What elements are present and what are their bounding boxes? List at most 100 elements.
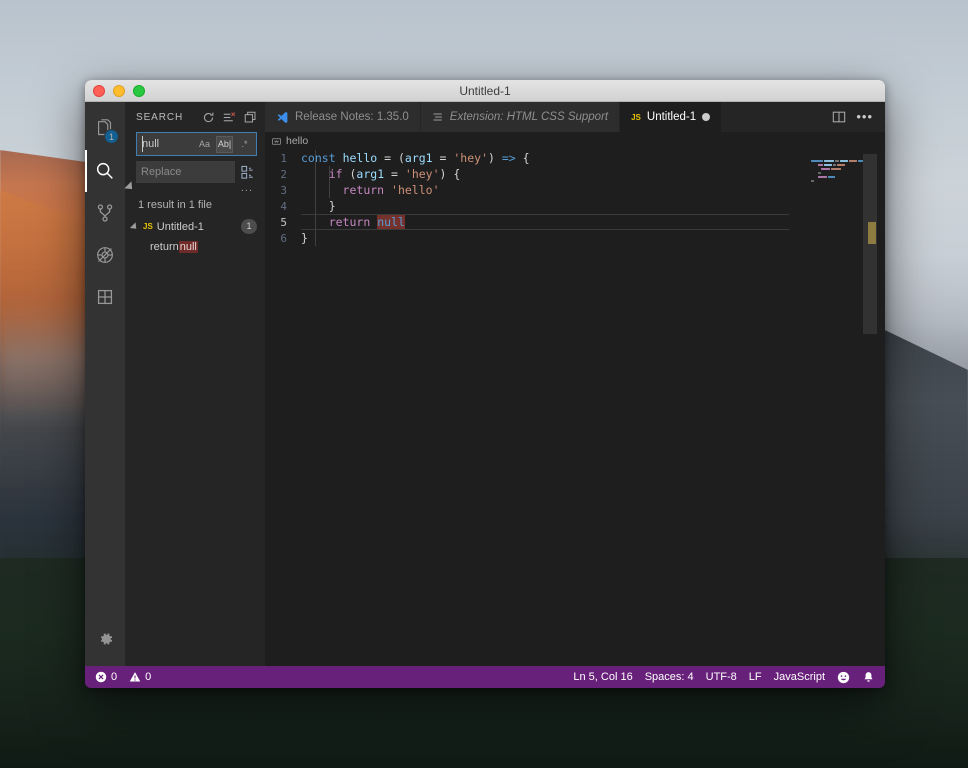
debug-icon bbox=[97, 247, 113, 263]
code-line: 1 const hello = (arg1 = 'hey') => { bbox=[265, 150, 797, 166]
tab-release-notes[interactable]: Release Notes: 1.35.0 bbox=[265, 102, 421, 132]
match-prefix: return bbox=[150, 241, 179, 253]
bell-icon bbox=[864, 671, 873, 682]
code-line: 6 } bbox=[265, 230, 797, 246]
tabs-empty-space bbox=[722, 102, 821, 132]
window-titlebar[interactable]: Untitled-1 bbox=[85, 80, 885, 102]
refresh-icon[interactable] bbox=[202, 111, 215, 124]
line-content: return null bbox=[328, 215, 405, 229]
minimap-code bbox=[811, 160, 869, 184]
line-content: } bbox=[301, 199, 336, 213]
sidebar-item-search[interactable] bbox=[85, 150, 125, 192]
explorer-badge: 1 bbox=[104, 129, 119, 144]
line-content: const hello = (arg1 = 'hey') => { bbox=[301, 151, 530, 165]
code-line: 3 return 'hello' bbox=[265, 182, 797, 198]
search-result-message: 1 result in 1 file bbox=[138, 199, 212, 211]
search-sidebar: SEARCH null Aa Ab| .* Replace ... 1 resu… bbox=[124, 102, 265, 666]
status-language-mode[interactable]: JavaScript bbox=[768, 666, 831, 688]
smiley-icon bbox=[837, 671, 850, 683]
overview-ruler[interactable] bbox=[877, 150, 885, 666]
sidebar-item-source-control[interactable] bbox=[85, 192, 125, 234]
replace-all-icon[interactable] bbox=[239, 163, 257, 181]
use-regex-toggle[interactable]: .* bbox=[236, 136, 253, 153]
status-feedback[interactable] bbox=[831, 666, 856, 688]
toggle-search-details[interactable]: ... bbox=[136, 183, 257, 194]
search-result-count: 1 bbox=[241, 219, 257, 234]
search-options: Aa Ab| .* bbox=[196, 135, 253, 153]
text-cursor bbox=[142, 136, 143, 152]
code-editor[interactable]: 1 const hello = (arg1 = 'hey') => { 2 if… bbox=[265, 150, 885, 666]
new-editor-icon[interactable] bbox=[244, 111, 257, 124]
minimap[interactable] bbox=[797, 150, 885, 666]
status-notifications[interactable] bbox=[856, 666, 881, 688]
line-number: 5 bbox=[280, 215, 287, 229]
warning-icon bbox=[129, 672, 141, 682]
status-bar: 0 0 Ln 5, Col 16 Spaces: 4 UTF-8 LF Java… bbox=[85, 666, 885, 688]
warning-count: 0 bbox=[145, 671, 152, 683]
tab-label: Untitled-1 bbox=[646, 111, 697, 123]
js-file-icon: JS bbox=[631, 112, 641, 122]
gear-icon bbox=[101, 633, 113, 645]
match-whole-word-toggle[interactable]: Ab| bbox=[216, 135, 233, 153]
search-result-match[interactable]: return null bbox=[125, 237, 265, 257]
status-eol[interactable]: LF bbox=[743, 666, 768, 688]
editor-group: Release Notes: 1.35.0 Extension: HTML CS… bbox=[265, 102, 885, 666]
breadcrumb[interactable]: hello bbox=[265, 132, 885, 150]
chevron-down-icon[interactable] bbox=[129, 221, 140, 232]
symbol-variable-icon bbox=[271, 137, 282, 145]
match-term: null bbox=[178, 241, 198, 253]
sidebar-title: SEARCH bbox=[136, 111, 184, 123]
editor-actions: ••• bbox=[820, 102, 885, 132]
manage-settings-button[interactable] bbox=[85, 618, 125, 660]
error-icon bbox=[95, 671, 107, 683]
search-input-value: null bbox=[142, 138, 160, 150]
tab-label: Release Notes: 1.35.0 bbox=[295, 111, 409, 123]
vscode-window: Untitled-1 1 SEARCH null Aa Ab| .* Repla… bbox=[85, 80, 885, 688]
tab-extension-html-css-support[interactable]: Extension: HTML CSS Support bbox=[420, 102, 621, 132]
toggle-replace-icon[interactable] bbox=[124, 181, 136, 193]
editor-tabs: Release Notes: 1.35.0 Extension: HTML CS… bbox=[265, 102, 885, 132]
sidebar-header: SEARCH bbox=[125, 102, 265, 132]
match-case-toggle[interactable]: Aa bbox=[196, 136, 213, 153]
sidebar-item-explorer[interactable]: 1 bbox=[85, 108, 125, 150]
ellipsis-icon[interactable]: ••• bbox=[856, 110, 873, 123]
tab-untitled-1[interactable]: JS Untitled-1 bbox=[620, 102, 723, 132]
status-editor-position[interactable]: Ln 5, Col 16 bbox=[567, 666, 638, 688]
extension-icon bbox=[433, 113, 442, 121]
replace-input[interactable]: Replace bbox=[136, 161, 235, 183]
sidebar-item-extensions[interactable] bbox=[85, 276, 125, 318]
minimap-slider[interactable] bbox=[863, 154, 877, 334]
sidebar-item-debug[interactable] bbox=[85, 234, 125, 276]
status-indentation[interactable]: Spaces: 4 bbox=[639, 666, 700, 688]
unsaved-indicator-icon[interactable] bbox=[702, 113, 711, 121]
replace-row: Replace bbox=[136, 161, 257, 183]
search-result-file[interactable]: JS Untitled-1 1 bbox=[125, 216, 265, 237]
line-number: 1 bbox=[280, 151, 287, 165]
search-icon bbox=[96, 162, 113, 179]
line-number: 6 bbox=[280, 231, 287, 245]
tab-label: Extension: HTML CSS Support bbox=[449, 111, 609, 123]
line-content: if (arg1 = 'hey') { bbox=[328, 167, 461, 181]
search-input[interactable]: null Aa Ab| .* bbox=[136, 132, 257, 156]
code-line-active: 5 return null bbox=[265, 214, 797, 230]
code-line: 2 if (arg1 = 'hey') { bbox=[265, 166, 797, 182]
desktop-wallpaper: Untitled-1 1 SEARCH null Aa Ab| .* Repla… bbox=[0, 0, 968, 768]
replace-input-value: Replace bbox=[141, 166, 182, 178]
vscode-icon bbox=[277, 111, 288, 123]
clear-all-icon[interactable] bbox=[223, 111, 236, 124]
source-control-icon bbox=[97, 204, 113, 222]
sidebar-actions bbox=[202, 111, 257, 124]
line-number: 2 bbox=[280, 167, 287, 181]
js-file-icon: JS bbox=[143, 222, 153, 231]
line-content: } bbox=[301, 231, 308, 245]
status-problems[interactable]: 0 0 bbox=[89, 666, 157, 688]
status-encoding[interactable]: UTF-8 bbox=[700, 666, 743, 688]
activity-bar: 1 bbox=[85, 102, 125, 666]
line-content: return 'hello' bbox=[342, 183, 440, 197]
line-number: 4 bbox=[280, 199, 287, 213]
extensions-icon bbox=[97, 289, 113, 305]
split-editor-icon[interactable] bbox=[832, 110, 846, 124]
line-number: 3 bbox=[280, 183, 287, 197]
minimap-match-marker bbox=[868, 222, 876, 244]
code-lines[interactable]: 1 const hello = (arg1 = 'hey') => { 2 if… bbox=[265, 150, 797, 666]
